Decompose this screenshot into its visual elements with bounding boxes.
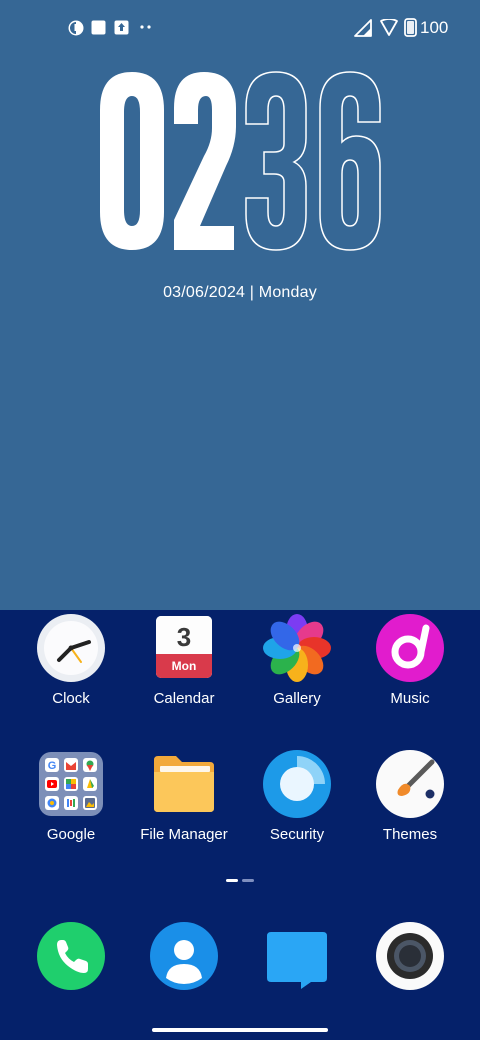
app-label: File Manager <box>140 826 228 843</box>
square-notification-icon <box>91 20 106 35</box>
app-label: Themes <box>382 826 438 843</box>
app-notification-icon <box>68 20 84 36</box>
clock-digit-hour-units <box>174 72 236 250</box>
calendar-day: 3 <box>156 616 212 656</box>
google-folder-icon: G <box>37 750 105 818</box>
app-label: Clock <box>52 690 90 707</box>
security-icon <box>263 750 331 818</box>
app-themes[interactable]: Themes <box>354 750 466 843</box>
battery-level: 100 <box>420 18 449 37</box>
phone-icon <box>37 922 105 990</box>
gallery-icon <box>263 614 331 682</box>
dock-contacts[interactable] <box>150 922 218 990</box>
messages-icon <box>263 922 331 990</box>
more-notifications-icon <box>140 25 151 29</box>
app-google-folder[interactable]: G Google <box>15 750 127 843</box>
app-calendar[interactable]: 3 Mon Calendar <box>128 614 240 707</box>
dock-messages[interactable] <box>263 922 331 990</box>
battery-icon <box>404 18 417 37</box>
clock-digit-minute-tens <box>245 71 307 251</box>
upload-icon <box>114 20 129 35</box>
app-clock[interactable]: Clock <box>15 614 127 707</box>
app-file-manager[interactable]: File Manager <box>128 750 240 843</box>
svg-text:G: G <box>48 760 57 772</box>
app-label: Security <box>269 826 325 843</box>
clock-digit-hour-tens <box>100 72 164 250</box>
status-bar: 100 <box>0 14 480 42</box>
app-gallery[interactable]: Gallery <box>241 614 353 707</box>
app-label: Google <box>46 826 96 843</box>
app-music[interactable]: Music <box>354 614 466 707</box>
clock-digit-minute-units <box>319 71 381 251</box>
page-dot <box>242 879 254 882</box>
music-icon <box>376 614 444 682</box>
signal-icon <box>354 19 372 37</box>
dock-camera[interactable] <box>376 922 444 990</box>
wifi-icon <box>380 19 398 36</box>
calendar-weekday: Mon <box>156 654 212 678</box>
dock-phone[interactable] <box>37 922 105 990</box>
calendar-icon: 3 Mon <box>150 614 218 682</box>
contacts-icon <box>150 922 218 990</box>
home-clock-widget[interactable] <box>0 62 480 262</box>
page-dot-active <box>226 879 238 882</box>
clock-icon <box>37 614 105 682</box>
page-indicator[interactable] <box>0 879 480 883</box>
app-label: Gallery <box>273 690 321 707</box>
date-text: 03/06/2024 | Monday <box>163 284 317 301</box>
themes-icon <box>376 750 444 818</box>
app-label: Music <box>390 690 430 707</box>
app-security[interactable]: Security <box>241 750 353 843</box>
folder-icon <box>150 750 218 818</box>
gesture-navigation-bar[interactable] <box>152 1028 328 1032</box>
camera-icon <box>376 922 444 990</box>
app-label: Calendar <box>153 690 215 707</box>
